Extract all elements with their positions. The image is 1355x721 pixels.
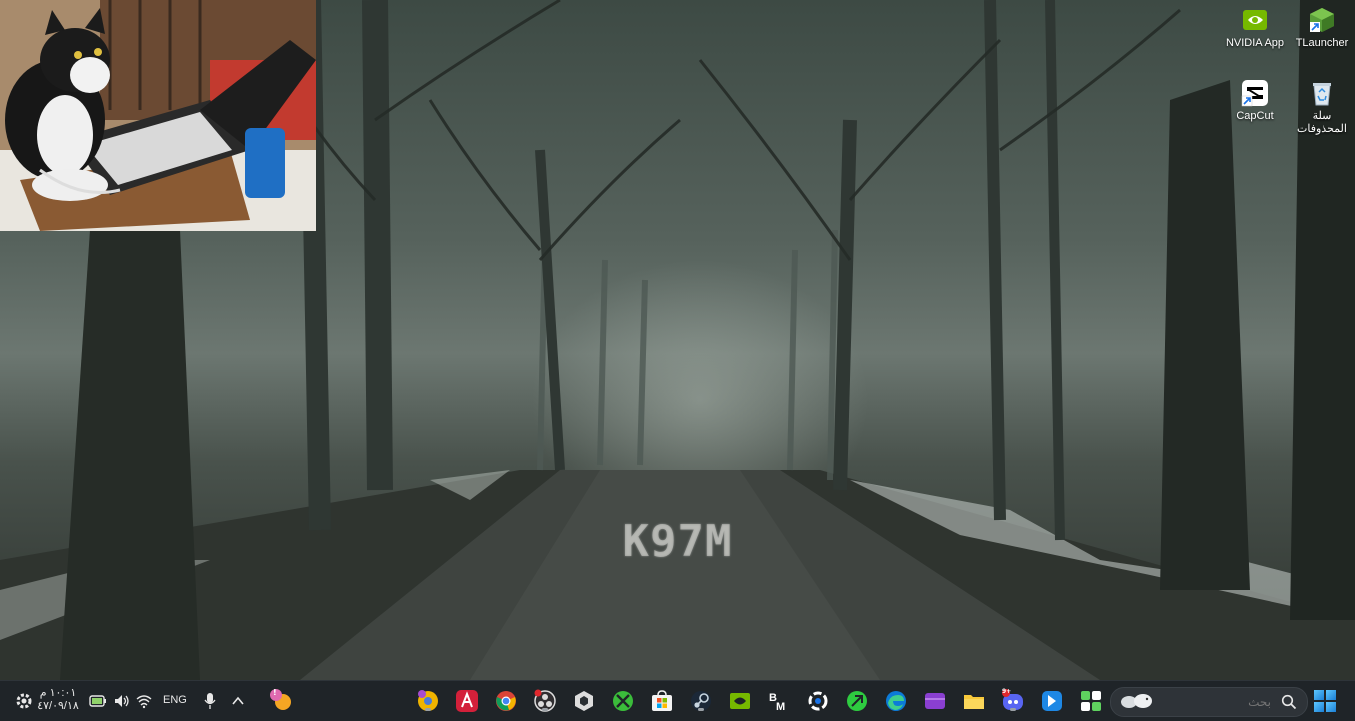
tlauncher-icon [1308, 6, 1336, 34]
running-indicator [698, 708, 704, 711]
bm-icon: B M [769, 692, 785, 713]
chevron-up-icon[interactable] [231, 694, 245, 708]
file-explorer-icon [964, 695, 984, 709]
purple-app-icon [925, 693, 945, 709]
desktop-icon-label: سلة المحذوفات [1297, 110, 1347, 135]
clock-time: ١٠:٠١ م [39, 687, 77, 699]
windows-logo-tile [1314, 702, 1324, 712]
taskbar: ١٠:٠١ م ٤٧/٠٩/١٨ ENG ! B M 9+ بحث [0, 680, 1355, 721]
weather-sun-icon [270, 689, 291, 710]
svg-text:M: M [776, 701, 785, 713]
taskbar-app-edge[interactable] [884, 689, 908, 713]
recycle-bin-icon [1308, 79, 1336, 107]
running-indicator [1010, 708, 1016, 711]
taskbar-search[interactable] [1110, 687, 1308, 717]
nvidia-icon [730, 693, 750, 709]
chrome-icon [496, 691, 516, 711]
microphone-icon[interactable] [203, 692, 217, 710]
taskbar-app-capcut[interactable] [1079, 689, 1103, 713]
start-button[interactable] [1314, 690, 1336, 712]
taskbar-app-blue[interactable] [1040, 689, 1064, 713]
desktop-icon-label: TLauncher [1295, 37, 1349, 49]
taskbar-app-bm[interactable]: B M [767, 689, 791, 713]
running-indicator [542, 708, 548, 711]
k97m-watermark: K97M [622, 516, 733, 567]
language-indicator[interactable]: ENG [163, 694, 187, 706]
taskbar-app-chrome[interactable] [494, 689, 518, 713]
settings-gear-icon[interactable] [14, 691, 34, 711]
taskbar-app-unity[interactable] [572, 689, 596, 713]
search-icon [1281, 694, 1297, 710]
search-highlight-icon [1121, 694, 1152, 708]
windows-logo-tile [1326, 702, 1336, 712]
green-app-icon [847, 691, 867, 711]
desktop-icon-recycle-bin[interactable]: سلة المحذوفات [1289, 79, 1355, 136]
desktop-icon-label: NVIDIA App [1225, 37, 1285, 49]
taskbar-app-circle[interactable] [806, 689, 830, 713]
volume-icon[interactable] [113, 693, 131, 709]
discord-badge: 9+ [1002, 688, 1012, 695]
edge-icon [886, 691, 906, 711]
taskbar-app-file-explorer[interactable] [962, 689, 986, 713]
circle-app-icon [808, 691, 828, 711]
desktop-icon-tlauncher[interactable]: TLauncher [1289, 6, 1355, 50]
desktop-icon-nvidia-app[interactable]: NVIDIA App [1222, 6, 1288, 50]
clock-date: ٤٧/٠٩/١٨ [37, 700, 79, 712]
windows-logo-tile [1326, 690, 1336, 700]
wifi-icon[interactable] [136, 693, 152, 709]
running-indicator [425, 708, 431, 711]
windows-logo-icon [1314, 690, 1324, 700]
unity-icon [575, 691, 593, 711]
desktop-icon-capcut[interactable]: CapCut [1222, 79, 1288, 123]
taskbar-app-chrome-canary[interactable] [416, 689, 440, 713]
taskbar-app-obs[interactable] [533, 689, 557, 713]
taskbar-app-microsoft-store[interactable] [650, 689, 674, 713]
taskbar-app-purple[interactable] [923, 689, 947, 713]
capcut-icon [1241, 79, 1269, 107]
taskbar-app-xbox[interactable] [611, 689, 635, 713]
widgets-button[interactable]: ! [268, 687, 294, 713]
desktop-icon-label: CapCut [1236, 110, 1274, 122]
taskbar-app-nvidia[interactable] [728, 689, 752, 713]
microsoft-store-icon [652, 690, 672, 711]
capcut-taskbar-icon [1081, 691, 1101, 711]
taskbar-clock[interactable]: ١٠:٠١ م ٤٧/٠٩/١٨ [36, 687, 80, 713]
search-input[interactable] [1159, 692, 1273, 712]
notification-badge: ! [273, 688, 277, 697]
cat-photo-overlay [0, 0, 316, 231]
taskbar-app-arc[interactable] [455, 689, 479, 713]
taskbar-app-green[interactable] [845, 689, 869, 713]
taskbar-app-steam[interactable] [689, 689, 713, 713]
arc-red-icon [456, 690, 478, 712]
xbox-icon [613, 691, 633, 711]
nvidia-app-icon [1241, 6, 1269, 34]
taskbar-app-discord[interactable]: 9+ [1001, 688, 1025, 713]
blue-app-icon [1042, 691, 1062, 711]
cat-with-laptop-image [0, 0, 316, 231]
battery-charging-icon[interactable] [89, 693, 107, 709]
